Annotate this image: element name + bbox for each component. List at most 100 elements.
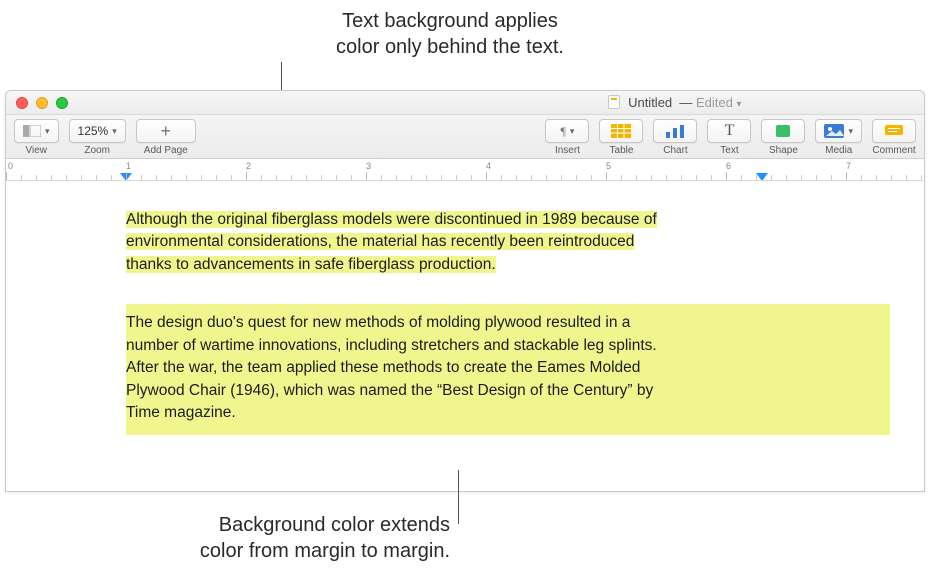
titlebar: Untitled — Edited ▾ bbox=[6, 91, 924, 115]
ruler-tick bbox=[576, 175, 577, 180]
ruler-tick bbox=[231, 175, 232, 180]
document-body[interactable]: Although the original fiberglass models … bbox=[6, 181, 924, 491]
ruler-tick bbox=[321, 175, 322, 180]
insert-button[interactable]: ¶ ▾ bbox=[545, 119, 589, 143]
body-text: The design duo's quest for new methods o… bbox=[126, 314, 630, 331]
chevron-down-icon: ▾ bbox=[848, 126, 853, 137]
ruler-tick bbox=[291, 175, 292, 180]
document-status: Edited bbox=[696, 95, 733, 110]
ruler-tick bbox=[471, 175, 472, 180]
table-label: Table bbox=[610, 145, 634, 156]
ruler-tick bbox=[786, 175, 787, 180]
ruler-number: 2 bbox=[246, 161, 251, 171]
ruler-tick bbox=[771, 175, 772, 180]
document-title-area[interactable]: Untitled — Edited ▾ bbox=[6, 95, 924, 110]
table-button[interactable] bbox=[599, 119, 643, 143]
ruler-tick bbox=[801, 175, 802, 180]
zoom-button[interactable]: 125% ▾ bbox=[69, 119, 126, 143]
paragraph-text: The design duo's quest for new methods o… bbox=[126, 312, 746, 424]
window-controls bbox=[16, 97, 68, 109]
callout-leader-bottom bbox=[458, 470, 459, 524]
right-indent-marker[interactable] bbox=[756, 173, 768, 181]
ruler-tick bbox=[666, 175, 667, 180]
insert-label: Insert bbox=[555, 145, 580, 156]
ruler-tick bbox=[456, 175, 457, 180]
ruler-tick bbox=[381, 175, 382, 180]
highlighted-text: Although the original fiberglass models … bbox=[126, 211, 657, 228]
ruler-tick bbox=[921, 175, 922, 180]
ruler-tick bbox=[201, 175, 202, 180]
title-dropdown-icon: ▾ bbox=[737, 99, 742, 110]
ruler-tick bbox=[741, 175, 742, 180]
ruler-tick bbox=[336, 175, 337, 180]
text-button[interactable]: T bbox=[707, 119, 751, 143]
text-icon: T bbox=[725, 122, 735, 140]
shape-label: Shape bbox=[769, 145, 798, 156]
document-icon bbox=[608, 95, 620, 109]
callout-bottom-line1: Background color extends bbox=[150, 512, 450, 538]
ruler-number: 6 bbox=[726, 161, 731, 171]
ruler-tick bbox=[711, 175, 712, 180]
ruler-tick bbox=[21, 175, 22, 180]
ruler-tick bbox=[66, 175, 67, 180]
ruler-tick bbox=[111, 175, 112, 180]
ruler-tick bbox=[561, 175, 562, 180]
close-button[interactable] bbox=[16, 97, 28, 109]
shape-button[interactable] bbox=[761, 119, 805, 143]
ruler-tick bbox=[126, 172, 127, 180]
chart-label: Chart bbox=[663, 145, 687, 156]
view-label: View bbox=[26, 145, 48, 156]
ruler-tick bbox=[876, 175, 877, 180]
view-button[interactable]: ▾ bbox=[14, 119, 59, 143]
ruler-tick bbox=[591, 175, 592, 180]
ruler-tick bbox=[246, 172, 247, 180]
ruler-tick bbox=[186, 175, 187, 180]
ruler-tick bbox=[396, 175, 397, 180]
ruler-number: 4 bbox=[486, 161, 491, 171]
ruler-number: 0 bbox=[8, 161, 13, 171]
chart-button[interactable] bbox=[653, 119, 697, 143]
ruler-tick bbox=[501, 175, 502, 180]
paragraph-text-bg: Although the original fiberglass models … bbox=[126, 209, 756, 276]
ruler-tick bbox=[171, 175, 172, 180]
ruler-tick bbox=[861, 175, 862, 180]
ruler-tick bbox=[441, 175, 442, 180]
comment-button[interactable] bbox=[872, 119, 916, 143]
chevron-down-icon: ▾ bbox=[112, 126, 117, 137]
document-title: Untitled bbox=[628, 95, 672, 110]
ruler-tick bbox=[216, 175, 217, 180]
ruler-tick bbox=[546, 175, 547, 180]
ruler-tick bbox=[756, 175, 757, 180]
media-button[interactable]: ▾ bbox=[815, 119, 862, 143]
comment-icon bbox=[884, 124, 904, 138]
callout-bottom-line2: color from margin to margin. bbox=[150, 538, 450, 564]
ruler[interactable]: 0 1 2 3 4 5 6 7 bbox=[6, 159, 924, 181]
callout-top-line1: Text background applies bbox=[200, 8, 700, 34]
pilcrow-icon: ¶ bbox=[560, 124, 565, 139]
callout-top-line2: color only behind the text. bbox=[200, 34, 700, 60]
text-label: Text bbox=[720, 145, 738, 156]
chevron-down-icon: ▾ bbox=[45, 126, 50, 137]
ruler-tick bbox=[846, 172, 847, 180]
ruler-tick bbox=[36, 175, 37, 180]
ruler-tick bbox=[651, 175, 652, 180]
ruler-tick bbox=[306, 175, 307, 180]
add-page-button[interactable]: + bbox=[136, 119, 196, 143]
ruler-number: 5 bbox=[606, 161, 611, 171]
ruler-tick bbox=[486, 172, 487, 180]
shape-icon bbox=[775, 124, 791, 138]
table-icon bbox=[611, 124, 631, 138]
ruler-tick bbox=[156, 175, 157, 180]
fullscreen-button[interactable] bbox=[56, 97, 68, 109]
highlighted-text: thanks to advancements in safe fiberglas… bbox=[126, 256, 496, 273]
ruler-tick bbox=[906, 175, 907, 180]
ruler-tick bbox=[726, 172, 727, 180]
highlighted-text: environmental considerations, the materi… bbox=[126, 233, 634, 250]
minimize-button[interactable] bbox=[36, 97, 48, 109]
paragraph-bg-fill: The design duo's quest for new methods o… bbox=[126, 304, 890, 434]
ruler-tick bbox=[891, 175, 892, 180]
chart-icon bbox=[665, 124, 685, 138]
ruler-tick bbox=[411, 175, 412, 180]
ruler-tick bbox=[621, 175, 622, 180]
ruler-tick bbox=[6, 172, 7, 180]
